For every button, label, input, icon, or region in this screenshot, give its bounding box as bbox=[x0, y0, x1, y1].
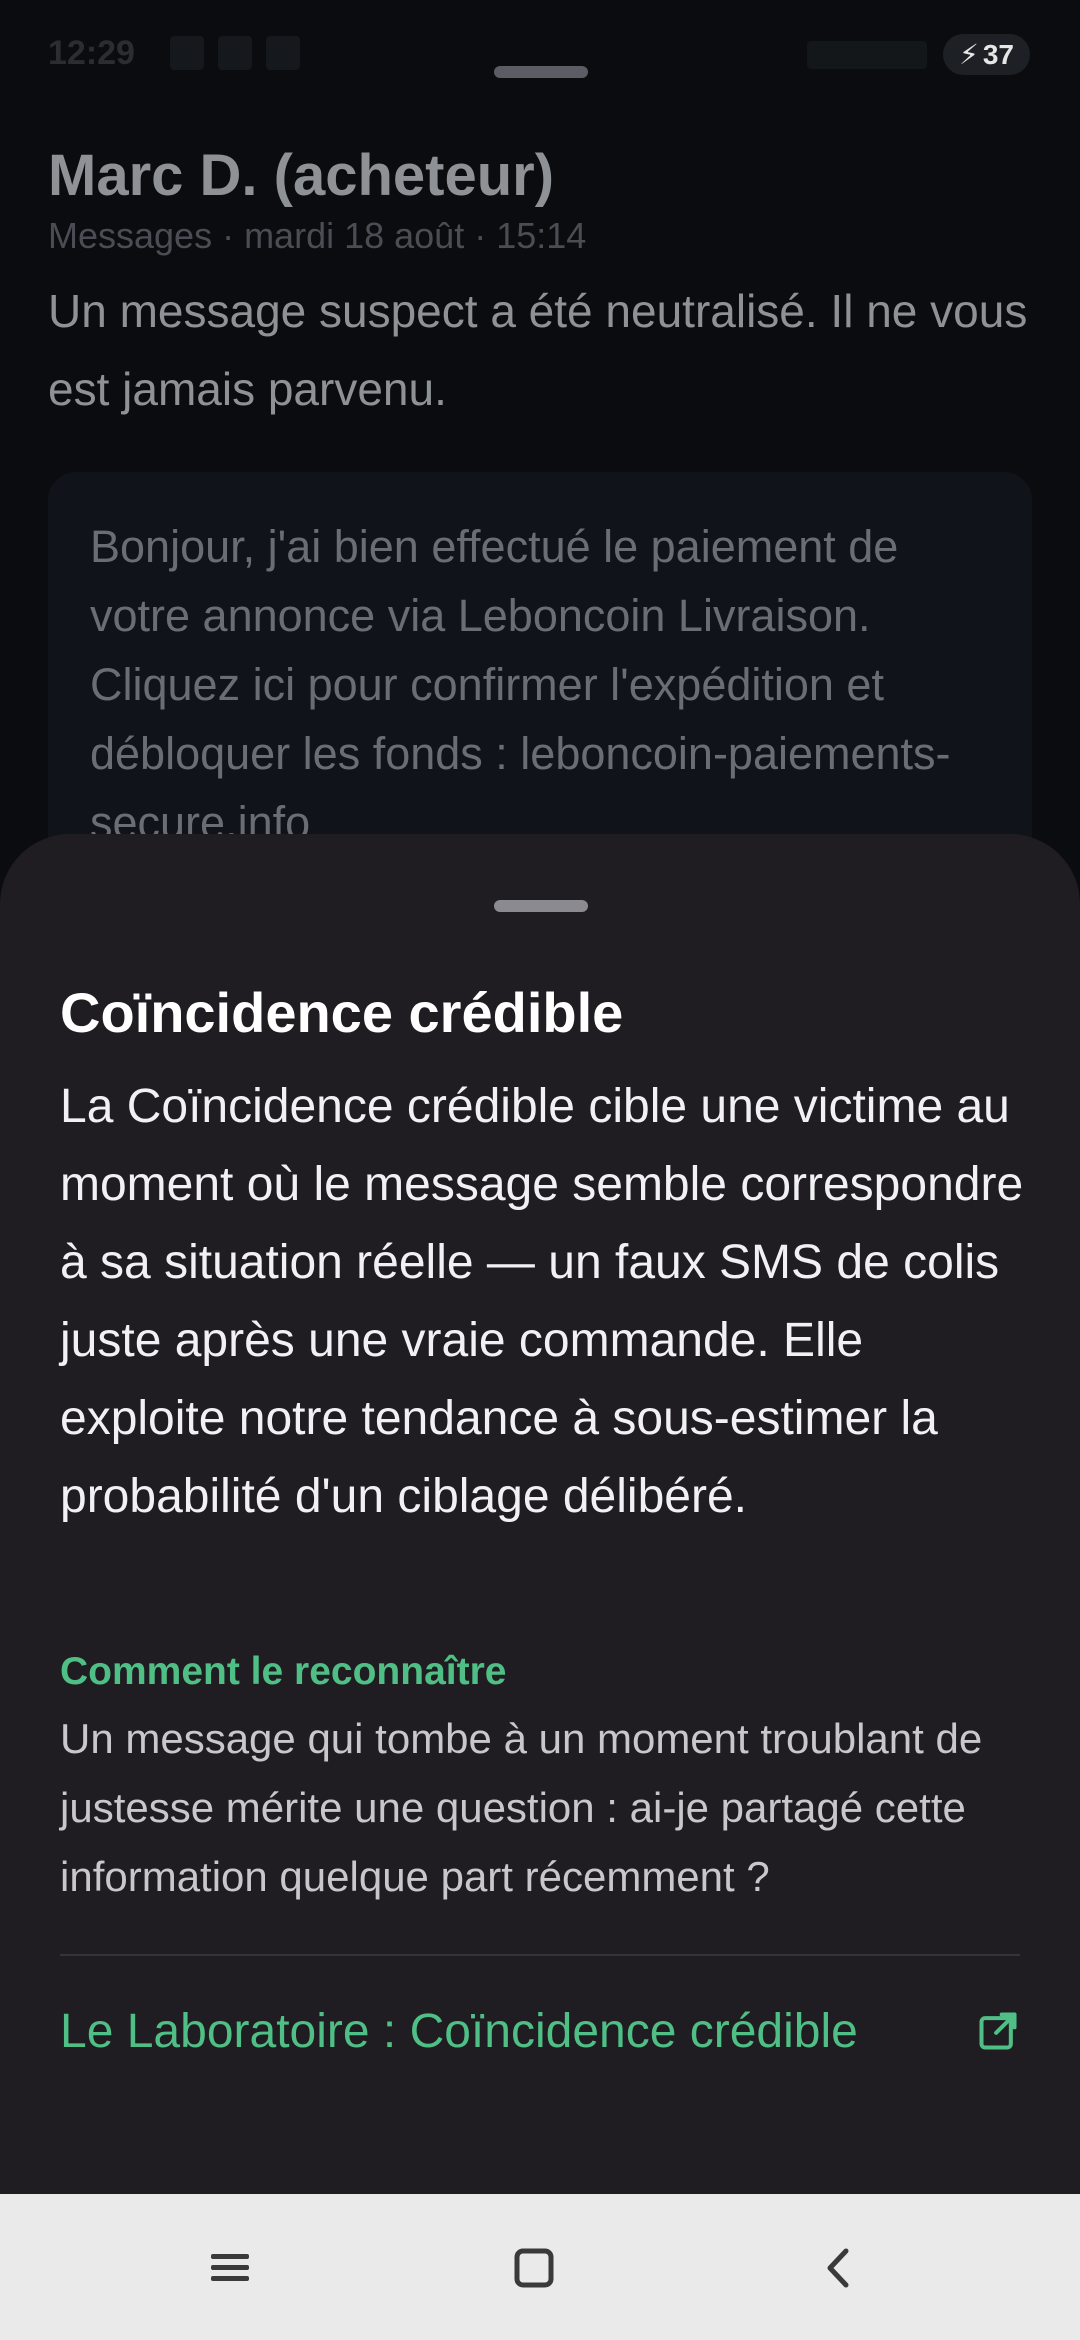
external-link-icon bbox=[979, 2012, 1017, 2050]
suspect-message-card: Bonjour, j'ai bien effectué le paiement … bbox=[48, 472, 1032, 892]
back-chevron-icon bbox=[827, 2248, 849, 2288]
signal-icon bbox=[807, 40, 928, 69]
charging-bolt-icon: ⚡ bbox=[959, 39, 979, 70]
laboratory-link[interactable]: Le Laboratoire : Coïncidence crédible bbox=[60, 1986, 1020, 2076]
alert-icon bbox=[170, 36, 204, 70]
neutralized-notice: Un message suspect a été neutralisé. Il … bbox=[48, 285, 1028, 415]
battery-indicator: ⚡ 37 bbox=[943, 34, 1030, 75]
sync-icon bbox=[266, 36, 300, 70]
status-bar: 12:29 ⚡ 37 bbox=[0, 0, 1080, 110]
app-notification-icon bbox=[218, 36, 252, 70]
recognize-heading: Comment le reconnaître bbox=[60, 1650, 507, 1693]
sheet-description: La Coïncidence crédible cible une victim… bbox=[60, 1080, 1024, 1523]
background-drag-handle bbox=[494, 66, 588, 78]
menu-button[interactable] bbox=[202, 2240, 258, 2296]
home-square-icon bbox=[514, 2248, 554, 2288]
back-button[interactable] bbox=[810, 2240, 866, 2296]
status-right: ⚡ 37 bbox=[807, 34, 1030, 75]
home-button[interactable] bbox=[506, 2240, 562, 2296]
menu-icon bbox=[211, 2254, 249, 2281]
divider bbox=[60, 1954, 1020, 1956]
battery-level: 37 bbox=[982, 38, 1014, 70]
bottom-sheet[interactable]: Coïncidence crédible La Coïncidence créd… bbox=[0, 834, 1080, 2194]
status-time: 12:29 bbox=[48, 34, 135, 72]
navigation-bar bbox=[0, 2194, 1080, 2340]
status-notification-icons bbox=[170, 36, 300, 70]
sender-name: Marc D. (acheteur) bbox=[48, 143, 555, 208]
sheet-drag-handle[interactable] bbox=[494, 900, 588, 912]
message-meta: Messages · mardi 18 août · 15:14 bbox=[48, 215, 587, 256]
laboratory-link-label: Le Laboratoire : Coïncidence crédible bbox=[60, 2004, 858, 2058]
recognize-text: Un message qui tombe à un moment troubla… bbox=[60, 1715, 983, 1900]
suspect-message-text: Bonjour, j'ai bien effectué le paiement … bbox=[90, 521, 951, 848]
sheet-title: Coïncidence crédible bbox=[60, 981, 624, 1044]
